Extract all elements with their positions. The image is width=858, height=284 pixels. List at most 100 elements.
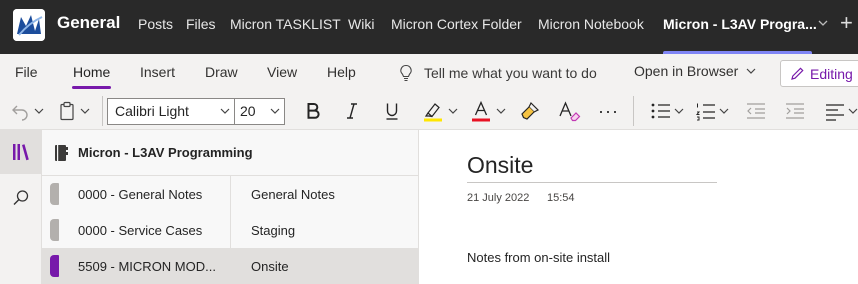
bullets-dropdown[interactable]: [674, 98, 684, 124]
sections-list: 0000 - General Notes 0000 - Service Case…: [42, 176, 230, 284]
font-color-icon: [472, 100, 490, 122]
section-item-selected[interactable]: 5509 - MICRON MOD...: [42, 248, 230, 284]
chevron-down-icon: [746, 68, 756, 74]
menu-bar: File Home Insert Draw View Help Tell me …: [0, 54, 858, 92]
clear-formatting-icon: [559, 101, 581, 122]
section-item[interactable]: 0000 - Service Cases: [42, 212, 230, 248]
open-in-browser-button[interactable]: Open in Browser: [634, 63, 756, 79]
paste-dropdown[interactable]: [80, 98, 90, 124]
bold-icon: [307, 103, 320, 119]
title-underline: [467, 182, 717, 183]
highlight-color-button[interactable]: [422, 98, 444, 124]
page-title[interactable]: Onsite: [467, 152, 533, 179]
numbering-button[interactable]: [695, 98, 717, 124]
channel-title: General: [57, 13, 121, 32]
chevron-down-icon: [80, 108, 90, 114]
page-item[interactable]: Staging: [231, 212, 418, 248]
notebook-title: Micron - L3AV Programming: [78, 145, 253, 160]
menu-help[interactable]: Help: [327, 64, 356, 80]
tab-files[interactable]: Files: [186, 16, 216, 32]
page-label: General Notes: [251, 187, 335, 202]
tell-me-label: Tell me what you want to do: [424, 65, 597, 81]
page-body-text[interactable]: Notes from on-site install: [467, 250, 610, 265]
ribbon-divider: [633, 96, 634, 126]
chevron-down-icon: [448, 108, 458, 114]
align-button[interactable]: [824, 98, 846, 124]
menu-home[interactable]: Home: [73, 64, 110, 80]
decrease-indent-button[interactable]: [745, 98, 767, 124]
tab-wiki[interactable]: Wiki: [348, 16, 374, 32]
navigation-pane: Micron - L3AV Programming 0000 - General…: [42, 130, 418, 284]
align-dropdown[interactable]: [848, 98, 858, 124]
page-label: Onsite: [251, 259, 289, 274]
bold-button[interactable]: [305, 98, 321, 124]
notebook-header[interactable]: Micron - L3AV Programming: [42, 130, 418, 176]
tab-micron-notebook[interactable]: Micron Notebook: [538, 16, 644, 32]
undo-button[interactable]: [10, 98, 30, 124]
numbered-list-icon: [695, 103, 715, 121]
notebook-icon: [55, 145, 68, 161]
format-painter-button[interactable]: [519, 98, 541, 124]
font-color-dropdown[interactable]: [496, 98, 506, 124]
page-canvas[interactable]: Onsite 21 July 2022 15:54 Notes from on-…: [418, 130, 858, 284]
font-name-value: Calibri Light: [115, 103, 189, 119]
pencil-icon: [791, 67, 804, 80]
font-size-value: 20: [240, 103, 256, 119]
library-icon: [13, 144, 29, 161]
increase-indent-button[interactable]: [784, 98, 806, 124]
paste-button[interactable]: [58, 98, 76, 124]
menu-insert[interactable]: Insert: [140, 64, 175, 80]
page-label: Staging: [251, 223, 296, 238]
highlight-color-dropdown[interactable]: [448, 98, 458, 124]
underline-icon: [386, 103, 398, 120]
font-color-button[interactable]: [470, 98, 492, 124]
menu-file[interactable]: File: [15, 64, 38, 80]
page-item-selected[interactable]: Onsite: [231, 248, 418, 284]
menu-draw[interactable]: Draw: [205, 64, 238, 80]
search-nav-button[interactable]: [0, 176, 42, 220]
micron-logo-icon[interactable]: [13, 9, 45, 41]
section-color-tab: [50, 219, 59, 241]
chevron-down-icon: [674, 108, 684, 114]
chevron-down-icon: [848, 108, 858, 114]
italic-button[interactable]: [345, 98, 359, 124]
add-tab-button[interactable]: +: [840, 10, 858, 36]
section-label: 0000 - General Notes: [78, 187, 203, 202]
ribbon-toolbar: Calibri Light 20 ···: [0, 92, 858, 130]
clear-formatting-button[interactable]: [558, 98, 582, 124]
undo-icon: [12, 105, 28, 121]
clipboard-icon: [60, 101, 74, 121]
undo-dropdown[interactable]: [34, 98, 44, 124]
page-time: 15:54: [547, 192, 575, 204]
underline-button[interactable]: [384, 98, 400, 124]
app-rail: [0, 130, 42, 284]
bullets-button[interactable]: [650, 98, 672, 124]
format-painter-icon: [521, 101, 540, 120]
increase-indent-icon: [786, 103, 804, 119]
tell-me-search[interactable]: Tell me what you want to do: [398, 62, 597, 84]
italic-icon: [347, 103, 357, 119]
menu-active-indicator: [72, 86, 111, 89]
notebooks-nav-button[interactable]: [0, 130, 42, 174]
section-item[interactable]: 0000 - General Notes: [42, 176, 230, 212]
font-name-select[interactable]: Calibri Light: [107, 98, 235, 125]
numbering-dropdown[interactable]: [719, 98, 729, 124]
tab-posts[interactable]: Posts: [138, 16, 173, 32]
tab-micron-l3av-programming[interactable]: Micron - L3AV Progra...: [663, 16, 817, 32]
chevron-down-icon: [220, 108, 230, 114]
tab-micron-cortex-folder[interactable]: Micron Cortex Folder: [391, 16, 522, 32]
open-in-browser-label: Open in Browser: [634, 63, 739, 79]
pages-list: General Notes Staging Onsite: [230, 176, 418, 284]
tab-chevron-down-icon[interactable]: [816, 14, 830, 32]
editing-mode-button[interactable]: Editing: [780, 60, 858, 87]
editing-label: Editing: [810, 65, 853, 82]
chevron-down-icon: [270, 108, 280, 114]
tab-micron-tasklist[interactable]: Micron TASKLIST: [230, 16, 341, 32]
search-icon: [13, 190, 29, 205]
font-size-select[interactable]: 20: [234, 98, 285, 125]
chevron-down-icon: [719, 108, 729, 114]
page-item[interactable]: General Notes: [231, 176, 418, 212]
more-options-button[interactable]: ···: [598, 98, 619, 124]
menu-view[interactable]: View: [267, 64, 297, 80]
page-date: 21 July 2022: [467, 192, 530, 204]
